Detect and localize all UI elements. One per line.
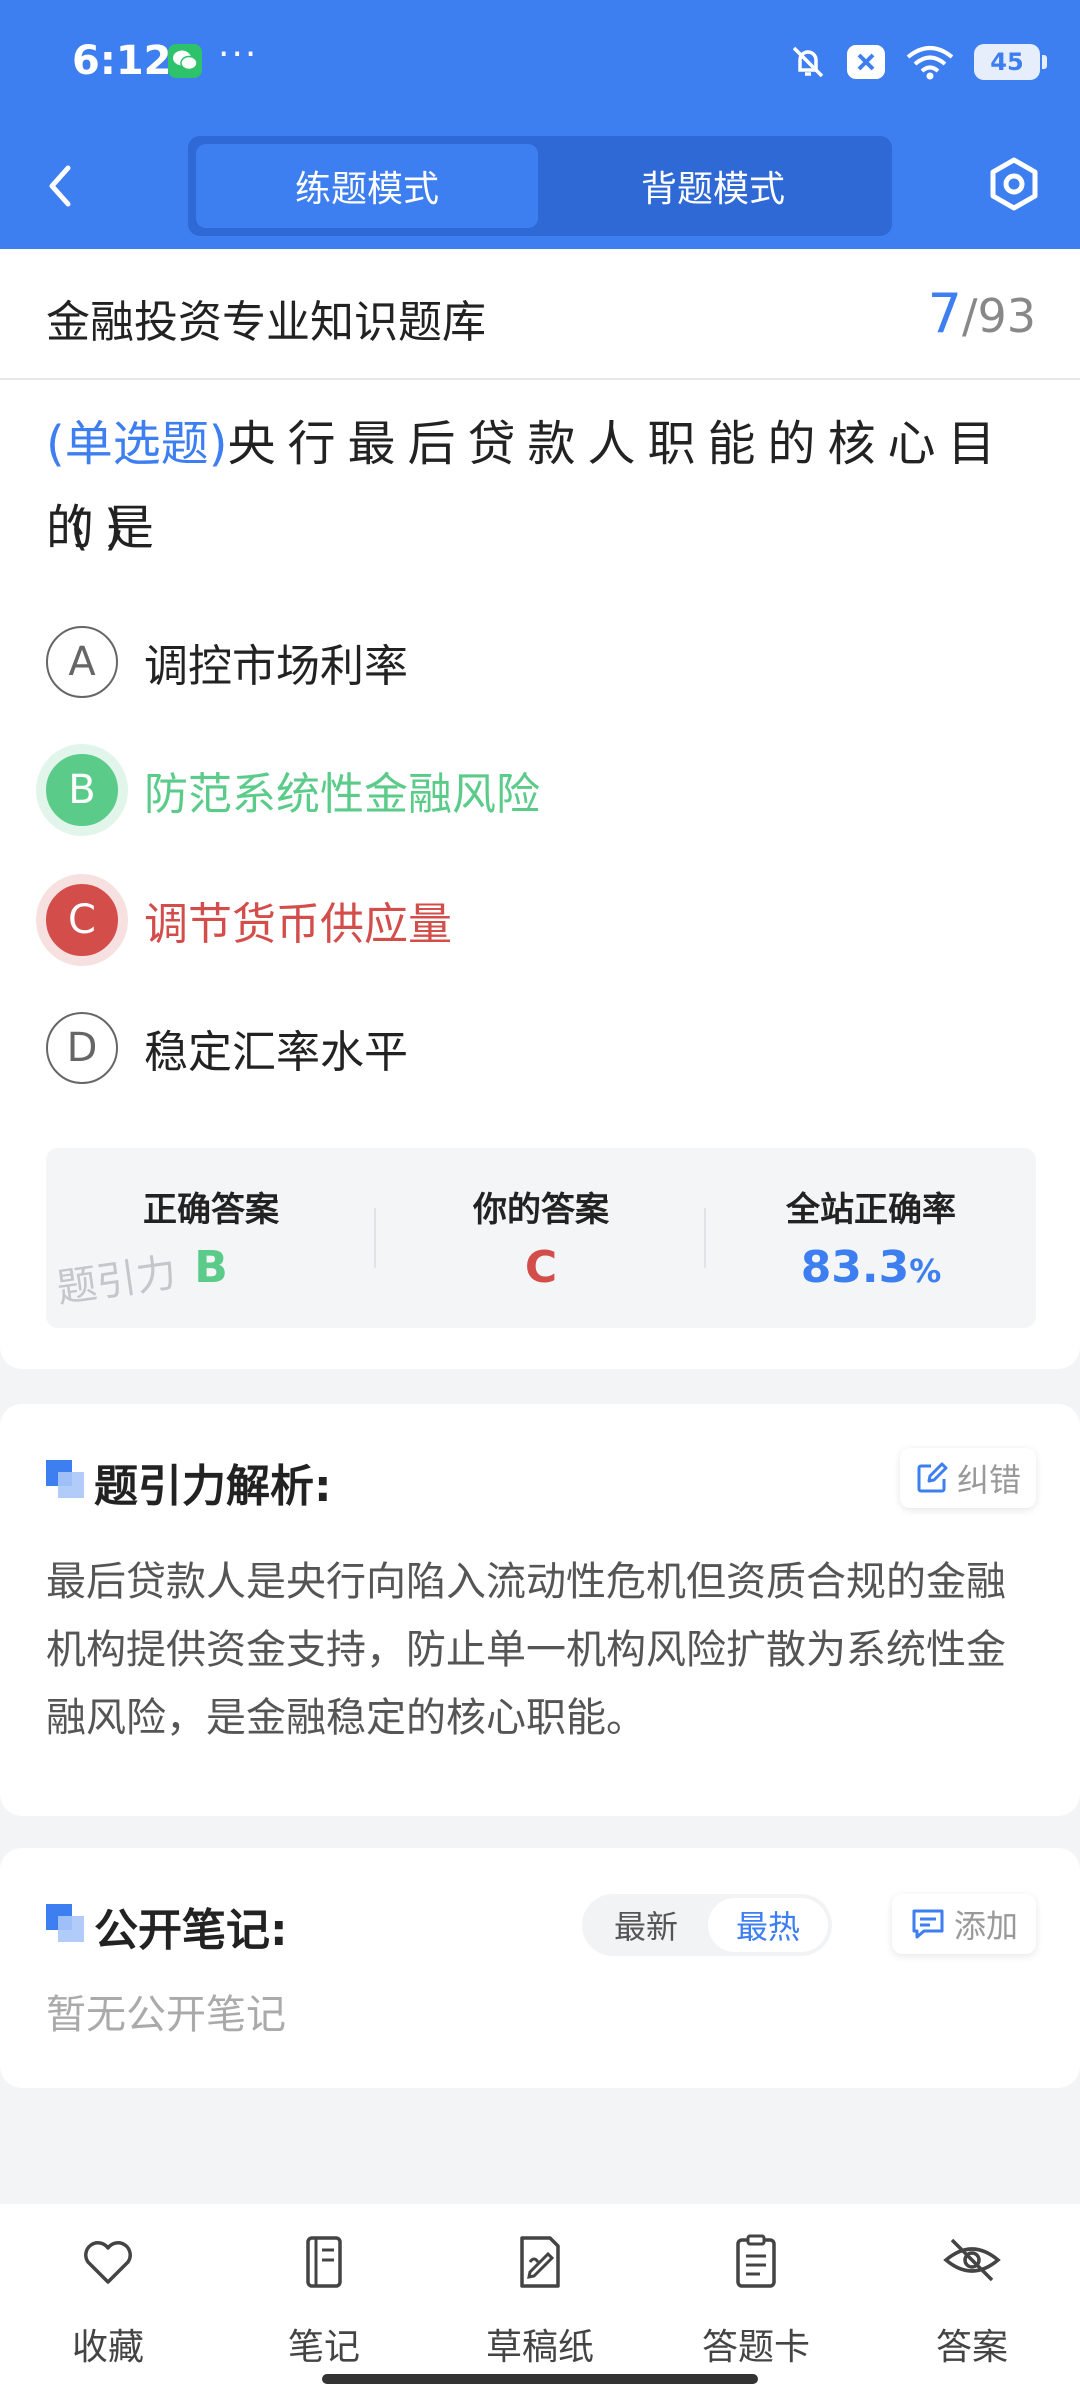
option-a[interactable]: A 调控市场利率	[46, 624, 408, 700]
add-note-label: 添加	[953, 1907, 1018, 1945]
nav-notes[interactable]: 笔记	[216, 2232, 432, 2368]
add-note-button[interactable]: 添加	[892, 1894, 1036, 1954]
sort-hot-tab[interactable]: 最热	[708, 1898, 828, 1952]
wifi-icon	[906, 46, 954, 80]
chevron-left-icon	[49, 165, 71, 207]
status-icons: 45	[788, 40, 1047, 84]
battery-icon: 45	[974, 44, 1047, 80]
heart-icon	[84, 2241, 132, 2284]
nav-favorite[interactable]: 收藏	[0, 2232, 216, 2368]
your-answer-column: 你的答案 C	[376, 1148, 706, 1328]
option-c-text: 调节货币供应量	[144, 899, 452, 950]
option-b[interactable]: B 防范系统性金融风险	[46, 752, 540, 828]
analysis-title: 题引力解析:	[94, 1461, 332, 1512]
back-button[interactable]	[40, 156, 80, 216]
wechat-icon	[168, 44, 202, 78]
your-answer-value: C	[524, 1242, 558, 1293]
option-d-letter: D	[46, 1012, 118, 1084]
your-answer-label: 你的答案	[473, 1190, 609, 1230]
notebook-icon	[306, 2236, 342, 2288]
home-indicator[interactable]	[322, 2374, 758, 2384]
nav-answer-card-label: 答题卡	[701, 2327, 810, 2368]
accuracy-number: 83.3	[800, 1242, 910, 1293]
option-c-letter: C	[46, 884, 118, 956]
section-squares-icon	[46, 1904, 86, 1944]
option-a-text: 调控市场利率	[144, 641, 408, 692]
question-blank: ( )	[70, 500, 123, 556]
comment-icon	[912, 1909, 944, 1939]
notes-title: 公开笔记:	[94, 1905, 288, 1956]
nav-draft[interactable]: 草稿纸	[432, 2232, 648, 2368]
sort-latest-tab[interactable]: 最新	[586, 1898, 706, 1952]
section-squares-icon	[46, 1460, 86, 1500]
nav-notes-label: 笔记	[287, 2327, 360, 2368]
edit-icon	[917, 1462, 948, 1493]
more-notifications-icon: ···	[218, 34, 259, 75]
status-time: 6:12	[72, 38, 172, 84]
notes-card	[0, 1848, 1080, 2088]
correct-answer-label: 正确答案	[143, 1190, 279, 1230]
answer-card-icon	[736, 2234, 776, 2288]
accuracy-unit: %	[909, 1252, 942, 1290]
notes-sort-toggle: 最新 最热	[582, 1894, 832, 1956]
current-question-number: 7	[927, 282, 962, 345]
mode-toggle: 练题模式 背题模式	[188, 136, 892, 236]
settings-button[interactable]	[984, 154, 1044, 214]
nav-answer-card[interactable]: 答题卡	[648, 2232, 864, 2368]
accuracy-label: 全站正确率	[786, 1190, 956, 1230]
correct-answer-column: 正确答案 B	[46, 1148, 376, 1328]
bottom-nav: 收藏 笔记 草稿纸 答题卡 答案	[0, 2204, 1080, 2400]
eye-off-icon	[943, 2238, 1001, 2282]
hex-gear-icon	[990, 157, 1038, 211]
accuracy-column: 全站正确率 83.3%	[706, 1148, 1036, 1328]
mute-bell-icon	[792, 46, 824, 78]
correct-answer-value: B	[194, 1242, 228, 1293]
option-d[interactable]: D 稳定汇率水平	[46, 1010, 408, 1086]
question-bank-title: 金融投资专业知识题库	[46, 297, 486, 348]
app-header: 6:12 ··· 45 练题模式 背题模式	[0, 0, 1080, 249]
answer-summary-panel: 题引力 正确答案 B 你的答案 C 全站正确率 83.3%	[46, 1148, 1036, 1328]
no-sim-icon	[847, 45, 885, 79]
option-c[interactable]: C 调节货币供应量	[46, 882, 452, 958]
question-type: (单选题)	[46, 416, 228, 472]
accuracy-value: 83.3%	[706, 1242, 1036, 1293]
question-text: (单选题)央行最后贷款人职能的核心目的是	[46, 402, 1036, 570]
empty-notes-text: 暂无公开笔记	[46, 1992, 286, 2038]
option-a-letter: A	[46, 626, 118, 698]
tab-memorize-mode[interactable]: 背题模式	[542, 144, 884, 228]
draft-icon	[520, 2236, 560, 2288]
nav-answer-toggle-label: 答案	[935, 2327, 1008, 2368]
nav-favorite-label: 收藏	[71, 2327, 144, 2368]
nav-draft-label: 草稿纸	[485, 2327, 594, 2368]
total-questions: /93	[961, 289, 1036, 343]
option-d-text: 稳定汇率水平	[144, 1027, 408, 1078]
option-b-text: 防范系统性金融风险	[144, 769, 540, 820]
analysis-text: 最后贷款人是央行向陷入流动性危机但资质合规的金融机构提供资金支持，防止单一机构风…	[46, 1559, 1006, 1741]
divider	[0, 378, 1080, 380]
nav-answer-toggle[interactable]: 答案	[864, 2232, 1080, 2368]
report-error-button[interactable]: 纠错	[900, 1448, 1036, 1508]
option-b-letter: B	[46, 754, 118, 826]
question-counter: 7/93	[928, 282, 1036, 345]
report-error-label: 纠错	[956, 1461, 1021, 1499]
tab-practice-mode[interactable]: 练题模式	[196, 144, 538, 228]
